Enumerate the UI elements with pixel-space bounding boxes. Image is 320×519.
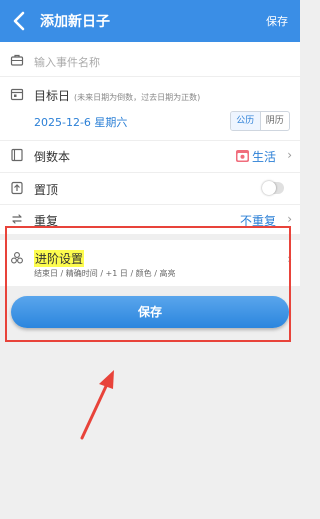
target-hint: (未来日期为倒数，过去日期为正数) — [74, 93, 201, 102]
divider — [0, 204, 300, 205]
pin-label: 置顶 — [34, 183, 59, 197]
lunar-calendar-option[interactable]: 阴历 — [261, 112, 290, 130]
repeat-label: 重复 — [34, 214, 59, 228]
repeat-row[interactable]: 重复 不重复 › — [0, 207, 300, 233]
chevron-right-icon: › — [287, 148, 292, 162]
divider — [0, 76, 300, 77]
calendar-type-toggle[interactable]: 公历 阴历 — [230, 111, 290, 131]
event-name-input[interactable]: 输入事件名称 — [34, 54, 100, 70]
repeat-icon — [12, 214, 22, 224]
date-value[interactable]: 2025-12-6 星期六 — [34, 114, 127, 130]
target-label-text: 目标日 — [34, 89, 71, 103]
book-label: 倒数本 — [34, 150, 71, 164]
solar-calendar-option[interactable]: 公历 — [231, 112, 261, 130]
form-card: 输入事件名称 目标日 (未来日期为倒数，过去日期为正数) 2025-12-6 星期… — [0, 42, 300, 234]
page-title: 添加新日子 — [40, 14, 110, 30]
book-row[interactable]: 倒数本 生活 › — [0, 143, 300, 169]
book-icon — [11, 148, 23, 162]
chevron-right-icon: › — [287, 212, 292, 226]
briefcase-icon — [10, 54, 24, 66]
toggle-knob — [262, 181, 276, 195]
divider — [0, 172, 300, 173]
app-bar: 添加新日子 保存 — [0, 0, 300, 42]
advanced-settings-title: 进阶设置 — [34, 250, 85, 267]
save-button[interactable]: 保存 — [11, 296, 289, 328]
event-name-row[interactable]: 输入事件名称 — [0, 48, 300, 74]
back-arrow-icon[interactable] — [10, 10, 30, 32]
target-date-label: 目标日 (未来日期为倒数，过去日期为正数) — [34, 87, 200, 104]
annotation-arrow — [80, 370, 114, 440]
pin-toggle[interactable] — [262, 181, 284, 195]
pin-icon — [11, 181, 23, 195]
date-select-row: 2025-12-6 星期六 公历 阴历 — [0, 109, 300, 135]
save-header-button[interactable]: 保存 — [266, 13, 288, 29]
target-date-row: 目标日 (未来日期为倒数，过去日期为正数) — [0, 82, 300, 108]
gear-cluster-icon — [11, 252, 23, 264]
calendar-icon — [10, 88, 24, 101]
advanced-settings-subtitle: 结束日 / 精确时间 / +1 日 / 颜色 / 高亮 — [34, 269, 176, 278]
book-value[interactable]: 生活 — [252, 148, 276, 165]
pin-row: 置顶 — [0, 176, 300, 202]
divider — [0, 140, 300, 141]
repeat-value[interactable]: 不重复 — [240, 212, 276, 229]
life-calendar-icon — [236, 150, 249, 162]
chevron-right-icon: › — [287, 252, 292, 266]
advanced-settings-row[interactable]: 进阶设置 结束日 / 精确时间 / +1 日 / 颜色 / 高亮 › — [0, 240, 300, 286]
